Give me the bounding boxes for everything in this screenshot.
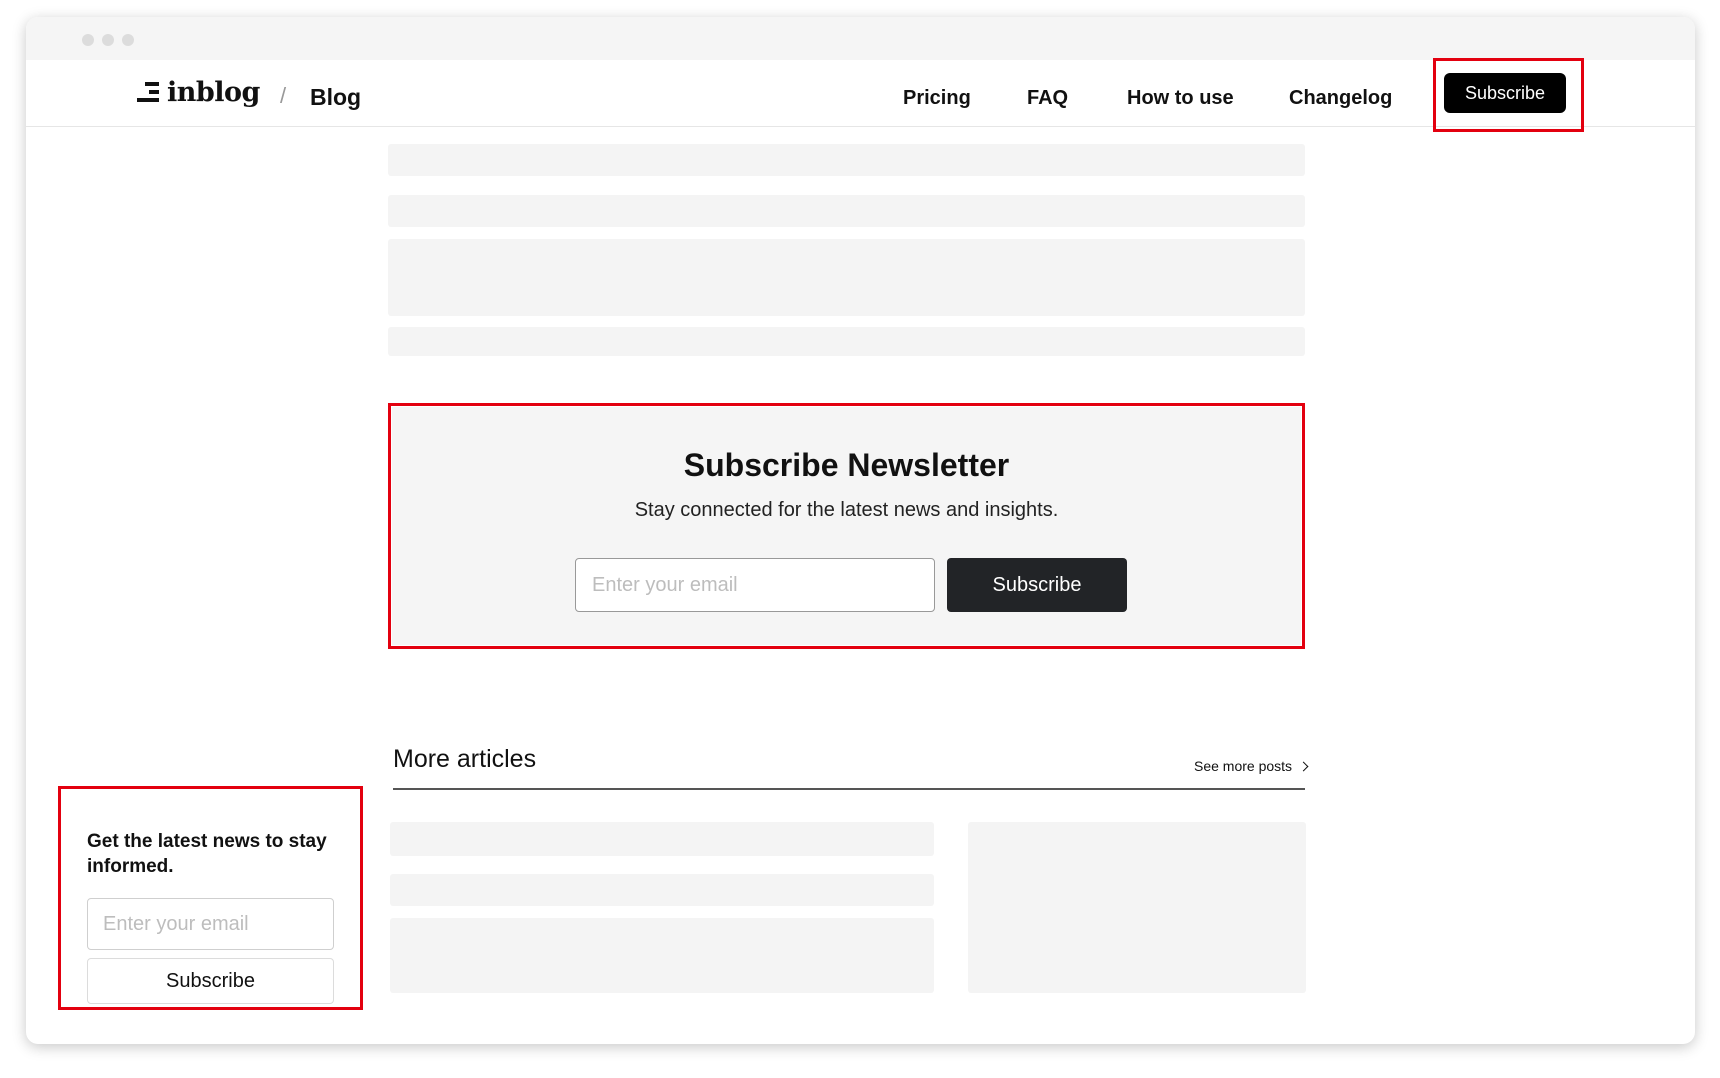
window-minimize-dot[interactable]: [102, 34, 114, 46]
more-articles-title: More articles: [393, 745, 537, 773]
see-more-posts-label: See more posts: [1194, 758, 1293, 774]
nav-link-faq[interactable]: FAQ: [1027, 87, 1068, 110]
content-skeleton: [388, 327, 1305, 356]
chevron-right-icon: [1298, 761, 1309, 771]
breadcrumb-separator: /: [280, 83, 287, 108]
content-skeleton: [388, 239, 1305, 316]
article-thumbnail-skeleton: [968, 822, 1306, 993]
logo-text: inblog: [167, 76, 260, 108]
browser-window: inblog / Blog Pricing FAQ How to use Cha…: [26, 17, 1695, 1044]
window-close-dot[interactable]: [82, 34, 94, 46]
section-divider: [393, 788, 1305, 790]
article-card-skeleton: [390, 822, 934, 856]
site-logo[interactable]: inblog: [137, 76, 260, 108]
nav-link-pricing[interactable]: Pricing: [903, 87, 971, 110]
article-card-skeleton: [390, 918, 934, 993]
inblog-logo-icon: [137, 82, 159, 102]
article-card-skeleton: [390, 874, 934, 906]
window-titlebar: [26, 17, 1695, 60]
content-skeleton: [388, 144, 1305, 176]
nav-link-changelog[interactable]: Changelog: [1289, 87, 1392, 110]
highlight-newsletter: [388, 403, 1305, 649]
window-maximize-dot[interactable]: [122, 34, 134, 46]
nav-link-how-to-use[interactable]: How to use: [1127, 87, 1234, 110]
highlight-header-subscribe: [1433, 58, 1584, 132]
content-skeleton: [388, 195, 1305, 227]
highlight-sidebar-widget: [58, 786, 363, 1010]
breadcrumb-blog[interactable]: Blog: [310, 84, 361, 111]
see-more-posts-link[interactable]: See more posts: [1194, 758, 1309, 774]
